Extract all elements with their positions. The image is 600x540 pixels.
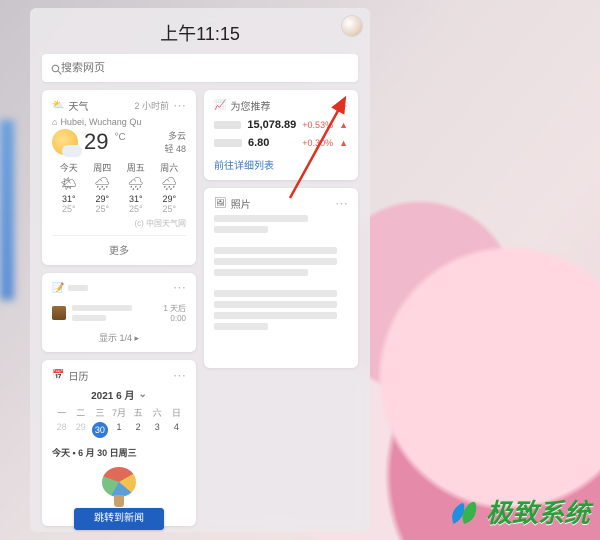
calendar-dow: 一二三7月五六日 xyxy=(52,406,186,419)
stock-row[interactable]: 15,078.89 +0.53% ▲ xyxy=(214,119,348,131)
todo-thumb xyxy=(52,306,66,320)
finance-link[interactable]: 前往详细列表 xyxy=(214,157,348,172)
home-icon: ⌂ xyxy=(52,117,57,127)
up-arrow-icon: ▲ xyxy=(339,138,348,148)
avatar[interactable] xyxy=(342,16,362,36)
search-box[interactable] xyxy=(42,54,358,82)
stock-name xyxy=(214,139,242,147)
photos-card[interactable]: 🖼 照片 ⋯ xyxy=(204,188,358,368)
search-icon xyxy=(50,63,61,74)
finance-title: 为您推荐 xyxy=(230,98,270,113)
photos-title: 照片 xyxy=(231,196,251,211)
weather-source: (c) 中国天气网 xyxy=(52,218,186,229)
weather-unit: °C xyxy=(114,132,125,143)
finance-icon: 📈 xyxy=(214,100,226,111)
calendar-menu[interactable]: ⋯ xyxy=(173,373,186,379)
weather-condition: 多云轻 48 xyxy=(164,129,186,155)
finance-card[interactable]: 📈 为您推荐 ⋯ 15,078.89 +0.53% ▲ 6.80 +0.30% … xyxy=(204,90,358,180)
todo-card[interactable]: 📝 ⋯ 1 天后0:00 显示 1/4 ▸ xyxy=(42,273,196,352)
weather-icon: ⛅ xyxy=(52,100,64,111)
weather-menu[interactable]: ⋯ xyxy=(173,103,186,109)
weather-updated: 2 小时前 xyxy=(134,99,169,112)
chevron-down-icon: ⌄ xyxy=(138,389,146,400)
taskbar-edge xyxy=(0,120,14,300)
forecast-row: 今天🌤31°25° 周四🌧29°25° 周五🌧31°25° 周六🌧29°25° xyxy=(52,161,186,214)
calendar-event: 今天 • 6 月 30 日周三 xyxy=(52,446,186,459)
calendar-card[interactable]: 📅 日历 ⋯ 2021 6 月⌄ 一二三7月五六日 2829301234 今天 … xyxy=(42,360,196,526)
news-button[interactable]: 跳转到新闻 xyxy=(74,508,164,530)
todo-menu[interactable]: ⋯ xyxy=(173,285,186,291)
weather-location: ⌂ Hubei, Wuchang Qu xyxy=(52,117,186,127)
calendar-week[interactable]: 2829301234 xyxy=(52,422,186,438)
weather-more[interactable]: 更多 xyxy=(52,235,186,257)
calendar-month[interactable]: 2021 6 月⌄ xyxy=(52,387,186,402)
todo-item[interactable]: 1 天后0:00 xyxy=(52,301,186,325)
up-arrow-icon: ▲ xyxy=(339,120,348,130)
weather-card[interactable]: ⛅ 天气 2 小时前 ⋯ ⌂ Hubei, Wuchang Qu 29 °C 多… xyxy=(42,90,196,265)
clock: 上午11:15 xyxy=(38,20,362,46)
finance-menu[interactable]: ⋯ xyxy=(335,103,348,109)
calendar-art xyxy=(52,467,186,500)
stock-name xyxy=(214,121,241,129)
search-input[interactable] xyxy=(61,62,350,74)
weather-glyph xyxy=(52,129,78,155)
todo-icon: 📝 xyxy=(52,283,64,294)
calendar-icon: 📅 xyxy=(52,370,64,381)
watermark: 极致系统 xyxy=(446,493,590,530)
photos-icon: 🖼 xyxy=(214,198,227,209)
calendar-title: 日历 xyxy=(68,368,88,383)
photos-menu[interactable]: ⋯ xyxy=(335,201,348,207)
widgets-panel: 上午11:15 ⛅ 天气 2 小时前 ⋯ ⌂ Hubei, Wuchang Qu xyxy=(30,8,370,532)
weather-temp: 29 xyxy=(84,129,108,155)
weather-title: 天气 xyxy=(68,98,88,113)
stock-row[interactable]: 6.80 +0.30% ▲ xyxy=(214,137,348,149)
todo-footer[interactable]: 显示 1/4 ▸ xyxy=(52,331,186,344)
